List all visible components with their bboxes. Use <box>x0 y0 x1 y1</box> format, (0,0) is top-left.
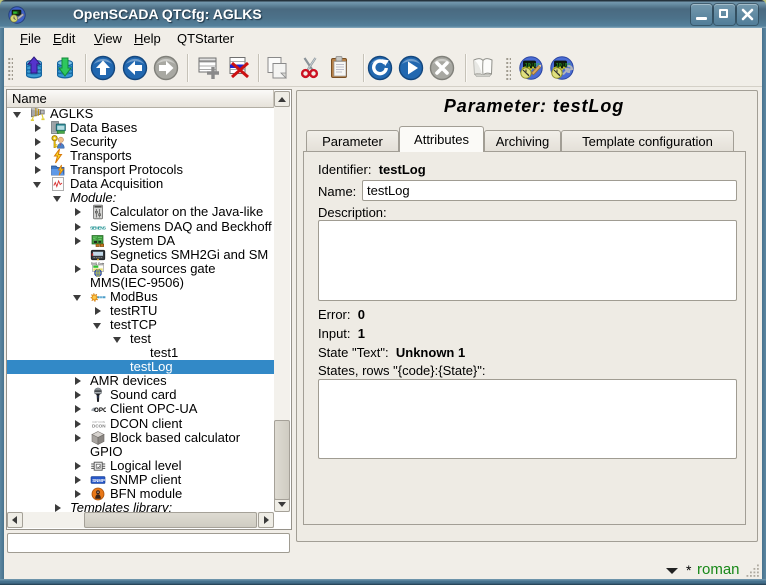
svg-text:SNMP: SNMP <box>92 478 105 483</box>
svg-text:OPC: OPC <box>94 407 106 414</box>
svg-text:SIEMENS: SIEMENS <box>90 226 106 231</box>
svg-text:DCON: DCON <box>92 423 106 428</box>
